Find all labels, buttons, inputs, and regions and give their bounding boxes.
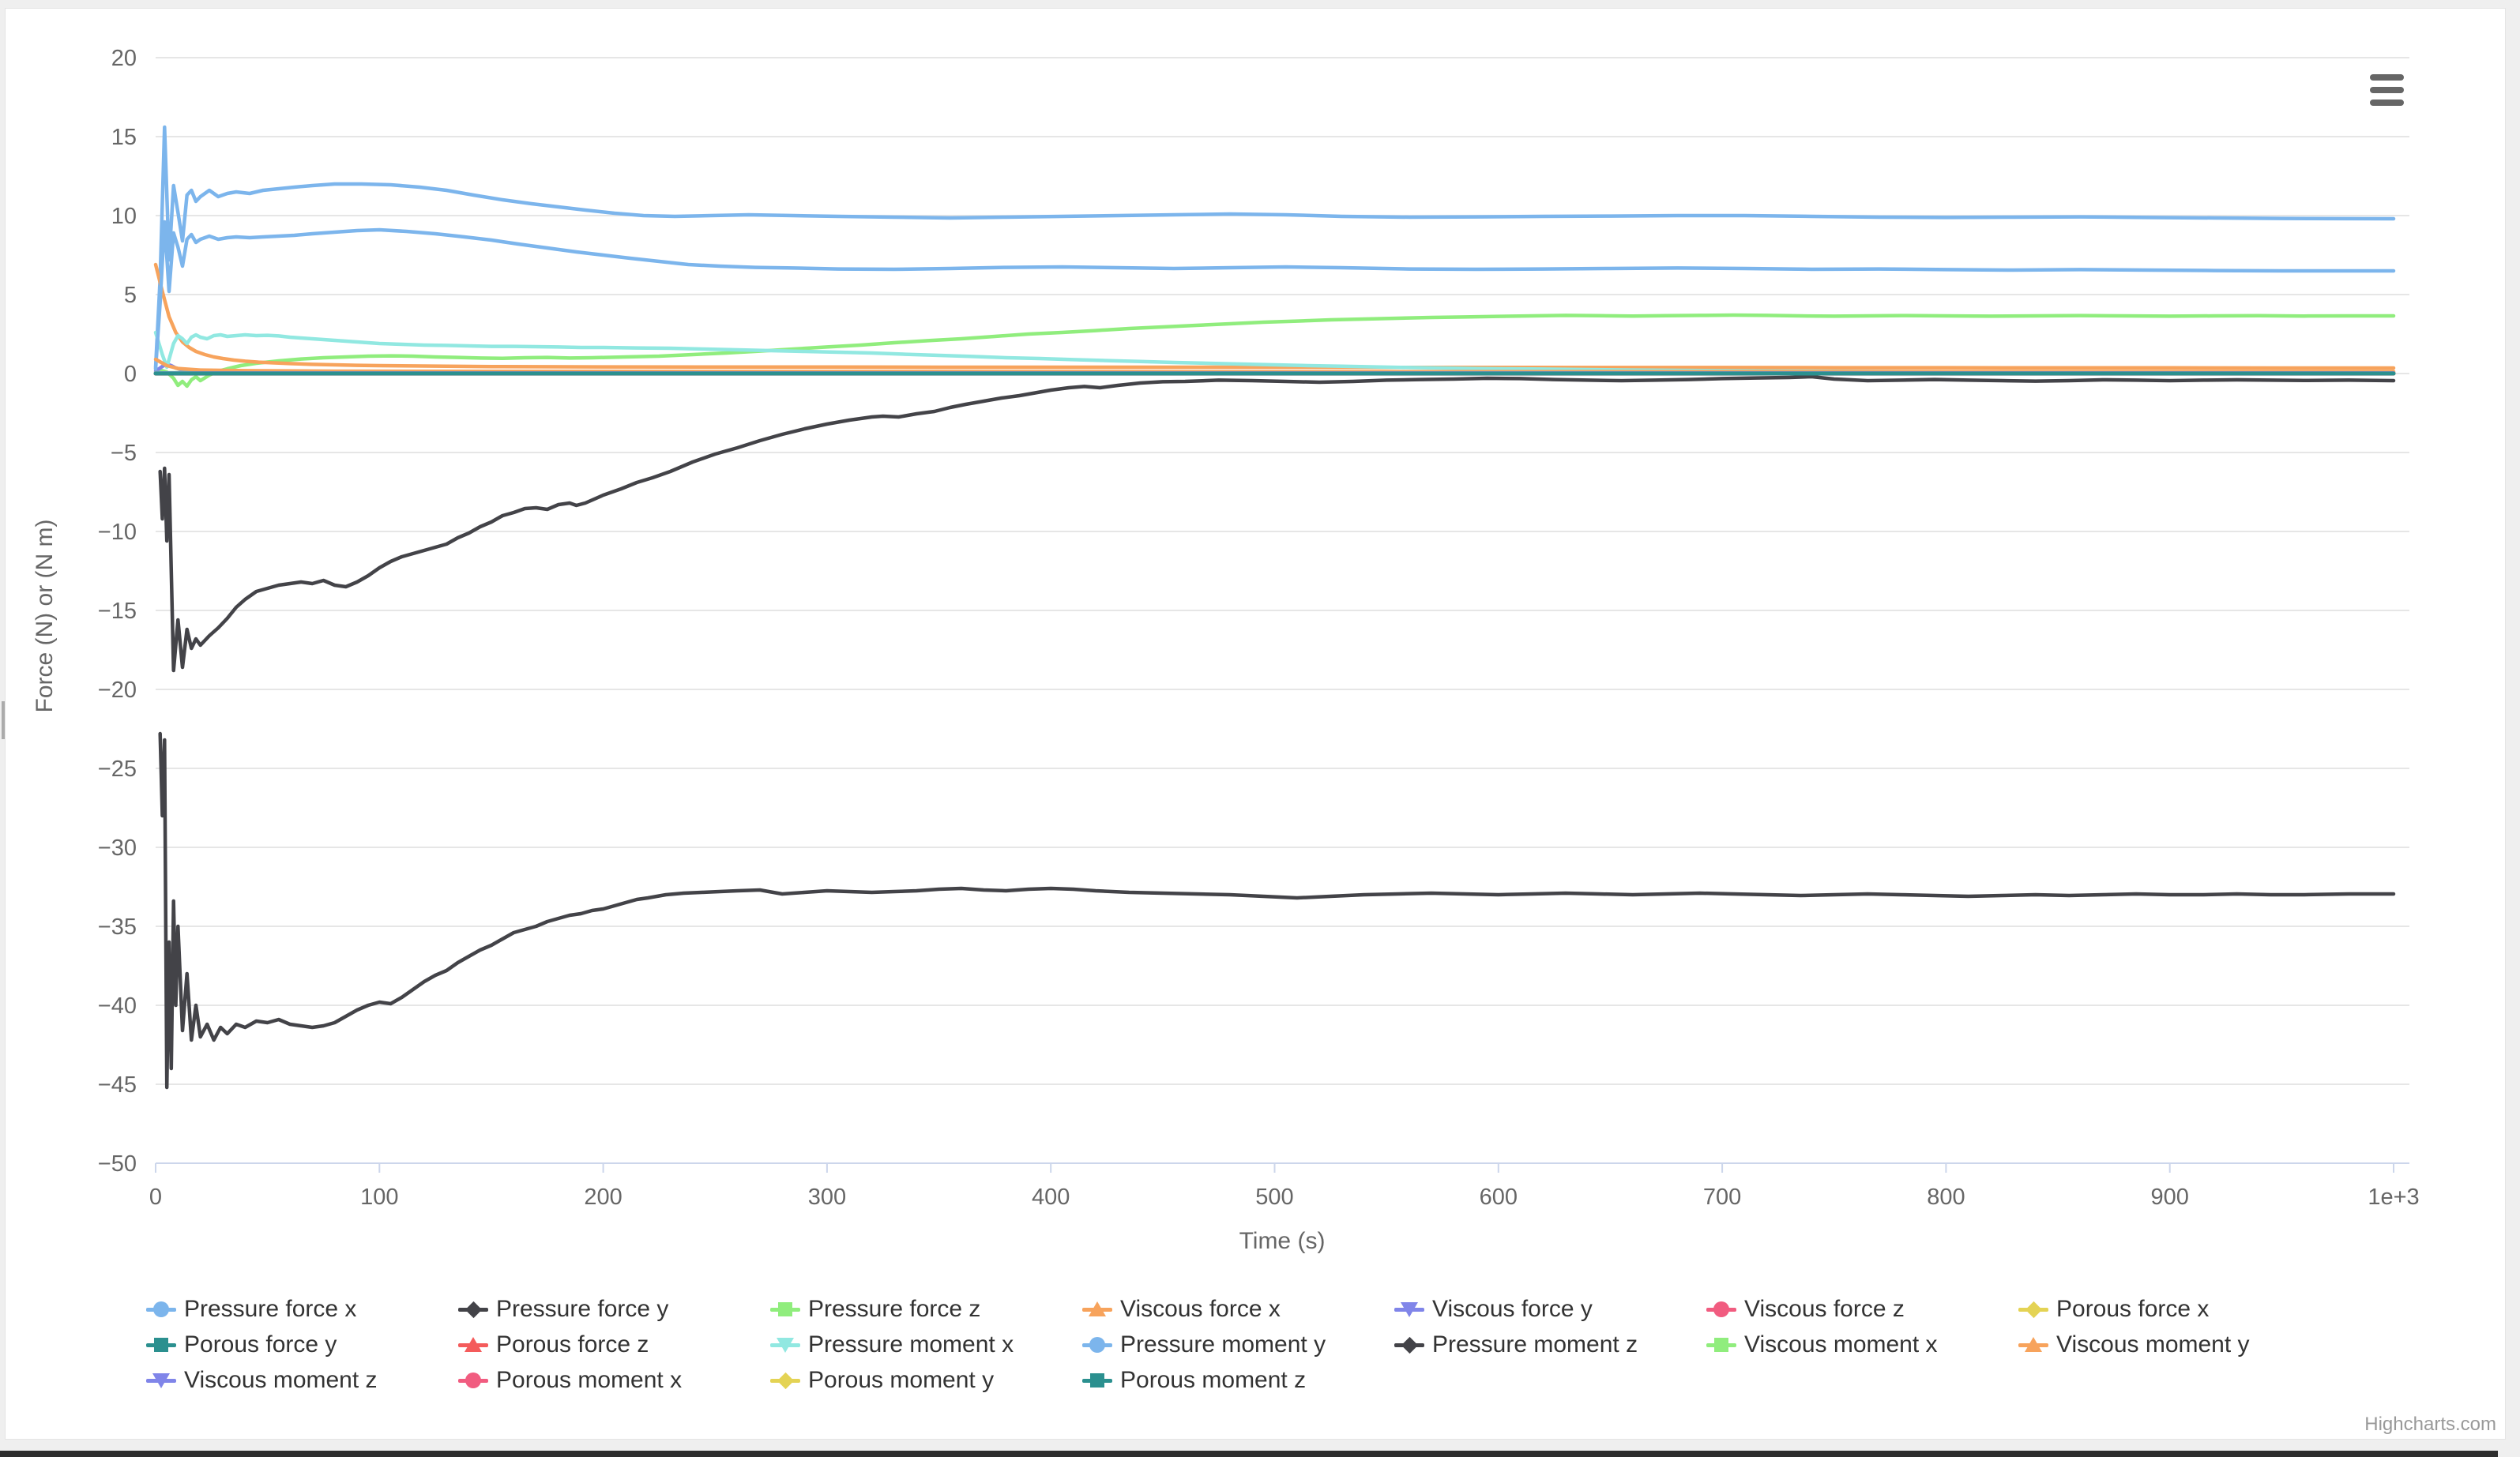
legend-item-viscous-force-z[interactable]: Viscous force z	[1706, 1295, 1905, 1324]
y-tick-label: −10	[98, 520, 137, 545]
circle-marker-icon	[146, 1295, 176, 1324]
legend-item-pressure-moment-z[interactable]: Pressure moment z	[1394, 1331, 1638, 1359]
legend-item-porous-force-z[interactable]: Porous force z	[458, 1331, 649, 1359]
series-line-pressure-moment-z[interactable]	[160, 377, 2394, 670]
legend-label: Porous force x	[2056, 1296, 2209, 1323]
legend-label: Porous moment y	[808, 1367, 994, 1394]
circle-marker-icon	[458, 1366, 488, 1395]
legend-label: Viscous moment y	[2056, 1331, 2250, 1358]
x-tick-label: 400	[1032, 1185, 1070, 1210]
y-tick-label: 20	[111, 46, 137, 71]
legend-label: Porous force z	[496, 1331, 649, 1358]
legend-label: Pressure moment x	[808, 1331, 1014, 1358]
y-tick-label: −35	[98, 914, 137, 940]
legend-item-viscous-moment-x[interactable]: Viscous moment x	[1706, 1331, 1938, 1359]
legend-label: Viscous moment x	[1744, 1331, 1938, 1358]
legend-item-porous-force-x[interactable]: Porous force x	[2018, 1295, 2209, 1324]
bottom-taskbar-edge	[0, 1451, 2498, 1457]
legend-label: Pressure moment y	[1120, 1331, 1326, 1358]
legend-label: Porous force y	[184, 1331, 337, 1358]
circle-marker-icon	[1082, 1331, 1112, 1359]
y-tick-label: −50	[98, 1151, 137, 1177]
legend-label: Pressure force y	[496, 1296, 668, 1323]
legend-label: Viscous force x	[1120, 1296, 1281, 1323]
legend-label: Pressure force z	[808, 1296, 980, 1323]
legend-label: Pressure force x	[184, 1296, 356, 1323]
triangle-down-marker-icon	[1394, 1295, 1424, 1324]
legend-item-porous-moment-z[interactable]: Porous moment z	[1082, 1366, 1306, 1395]
square-marker-icon	[1706, 1331, 1736, 1359]
triangle-marker-icon	[1082, 1295, 1112, 1324]
legend-item-viscous-moment-z[interactable]: Viscous moment z	[146, 1366, 378, 1395]
diamond-marker-icon	[458, 1295, 488, 1324]
x-tick-label: 500	[1255, 1185, 1293, 1210]
y-tick-label: −30	[98, 836, 137, 861]
y-tick-label: −40	[98, 993, 137, 1019]
legend-label: Porous moment x	[496, 1367, 682, 1394]
x-tick-label: 600	[1480, 1185, 1518, 1210]
legend-item-pressure-force-y[interactable]: Pressure force y	[458, 1295, 668, 1324]
square-marker-icon	[1082, 1366, 1112, 1395]
circle-marker-icon	[1706, 1295, 1736, 1324]
x-tick-label: 0	[149, 1185, 162, 1210]
legend-item-pressure-force-x[interactable]: Pressure force x	[146, 1295, 356, 1324]
legend-item-viscous-force-y[interactable]: Viscous force y	[1394, 1295, 1593, 1324]
legend-label: Viscous force y	[1432, 1296, 1593, 1323]
square-marker-icon	[770, 1295, 800, 1324]
triangle-marker-icon	[2018, 1331, 2048, 1359]
legend-item-porous-moment-x[interactable]: Porous moment x	[458, 1366, 682, 1395]
y-tick-label: −15	[98, 599, 137, 624]
y-tick-label: 0	[124, 362, 137, 387]
x-tick-label: 1e+3	[2368, 1185, 2419, 1210]
diamond-marker-icon	[2018, 1295, 2048, 1324]
legend-label: Porous moment z	[1120, 1367, 1306, 1394]
series-line-pressure-force-x[interactable]	[156, 127, 2394, 367]
triangle-down-marker-icon	[770, 1331, 800, 1359]
y-tick-label: 15	[111, 125, 137, 150]
legend-item-viscous-moment-y[interactable]: Viscous moment y	[2018, 1331, 2250, 1359]
chart-context-menu-button[interactable]	[2368, 71, 2406, 109]
scrollbar-thumb[interactable]	[2, 701, 5, 739]
legend-item-porous-force-y[interactable]: Porous force y	[146, 1331, 337, 1359]
y-tick-label: 5	[124, 283, 137, 308]
hamburger-icon	[2370, 87, 2404, 93]
diamond-marker-icon	[770, 1366, 800, 1395]
legend-item-viscous-force-x[interactable]: Viscous force x	[1082, 1295, 1281, 1324]
legend-label: Viscous moment z	[184, 1367, 378, 1394]
legend-item-pressure-moment-y[interactable]: Pressure moment y	[1082, 1331, 1326, 1359]
diamond-marker-icon	[1394, 1331, 1424, 1359]
legend-label: Viscous force z	[1744, 1296, 1905, 1323]
x-tick-label: 900	[2151, 1185, 2189, 1210]
y-tick-label: −25	[98, 757, 137, 782]
highcharts-credits-link[interactable]: Highcharts.com	[2364, 1414, 2496, 1436]
x-tick-label: 300	[808, 1185, 846, 1210]
y-tick-label: 10	[111, 204, 137, 229]
hamburger-icon	[2370, 100, 2404, 106]
x-tick-label: 700	[1703, 1185, 1741, 1210]
legend-item-porous-moment-y[interactable]: Porous moment y	[770, 1366, 994, 1395]
legend-label: Pressure moment z	[1432, 1331, 1638, 1358]
square-marker-icon	[146, 1331, 176, 1359]
y-tick-label: −45	[98, 1072, 137, 1098]
legend-item-pressure-force-z[interactable]: Pressure force z	[770, 1295, 980, 1324]
y-tick-label: −5	[111, 441, 137, 466]
hamburger-icon	[2370, 74, 2404, 81]
x-tick-label: 200	[584, 1185, 622, 1210]
x-axis-title: Time (s)	[1239, 1228, 1326, 1255]
legend-item-pressure-moment-x[interactable]: Pressure moment x	[770, 1331, 1014, 1359]
y-tick-label: −20	[98, 678, 137, 703]
series-line-pressure-force-y[interactable]	[160, 734, 2394, 1087]
triangle-down-marker-icon	[146, 1366, 176, 1395]
x-tick-label: 100	[360, 1185, 398, 1210]
x-tick-label: 800	[1927, 1185, 1965, 1210]
triangle-marker-icon	[458, 1331, 488, 1359]
y-axis-title: Force (N) or (N m)	[32, 520, 58, 713]
